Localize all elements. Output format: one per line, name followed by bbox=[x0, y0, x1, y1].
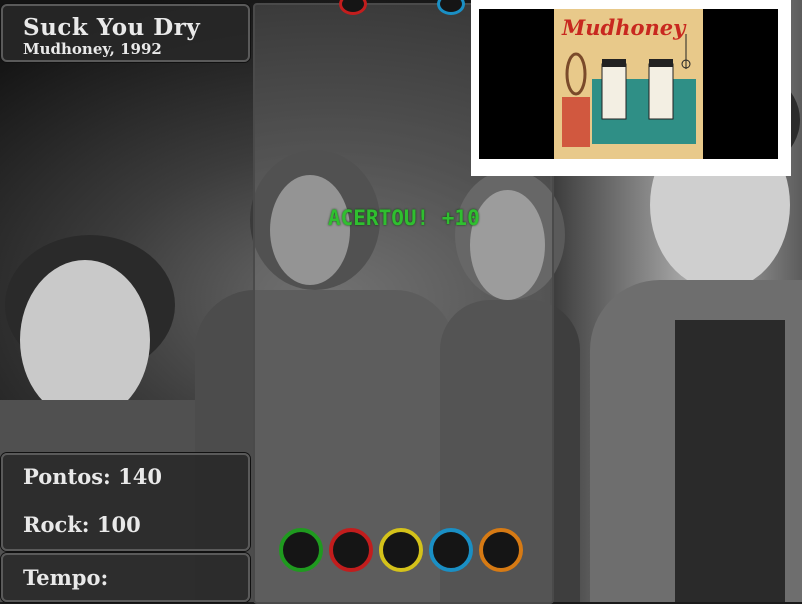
fret-target-yellow[interactable] bbox=[379, 528, 423, 572]
timer-panel: Tempo: bbox=[1, 553, 250, 602]
score-panel: Pontos: 140 Rock: 100 bbox=[1, 453, 250, 551]
fret-target-green[interactable] bbox=[279, 528, 323, 572]
shirt-shape bbox=[675, 320, 785, 602]
album-cover-art: Mudhoney bbox=[554, 9, 703, 159]
album-cover-background: Mudhoney bbox=[479, 9, 778, 159]
fret-target-blue[interactable] bbox=[429, 528, 473, 572]
song-artist-year: Mudhoney, 1992 bbox=[23, 40, 162, 58]
fret-target-red[interactable] bbox=[329, 528, 373, 572]
song-title: Suck You Dry bbox=[23, 14, 201, 41]
rock-meter-value: Rock: 100 bbox=[23, 512, 141, 537]
album-logo: Mudhoney bbox=[562, 15, 686, 40]
hit-feedback-text: ACERTOU! +10 bbox=[328, 206, 480, 230]
fret-target-orange[interactable] bbox=[479, 528, 523, 572]
lane-top-note-blue bbox=[437, 0, 465, 15]
lane-top-note-red bbox=[339, 0, 367, 15]
timer-label: Tempo: bbox=[23, 565, 109, 590]
song-info-panel: Suck You Dry Mudhoney, 1992 bbox=[1, 4, 250, 62]
points-counter: Pontos: 140 bbox=[23, 464, 162, 489]
face-shape bbox=[20, 260, 150, 420]
album-cover-frame: Mudhoney bbox=[471, 0, 791, 176]
